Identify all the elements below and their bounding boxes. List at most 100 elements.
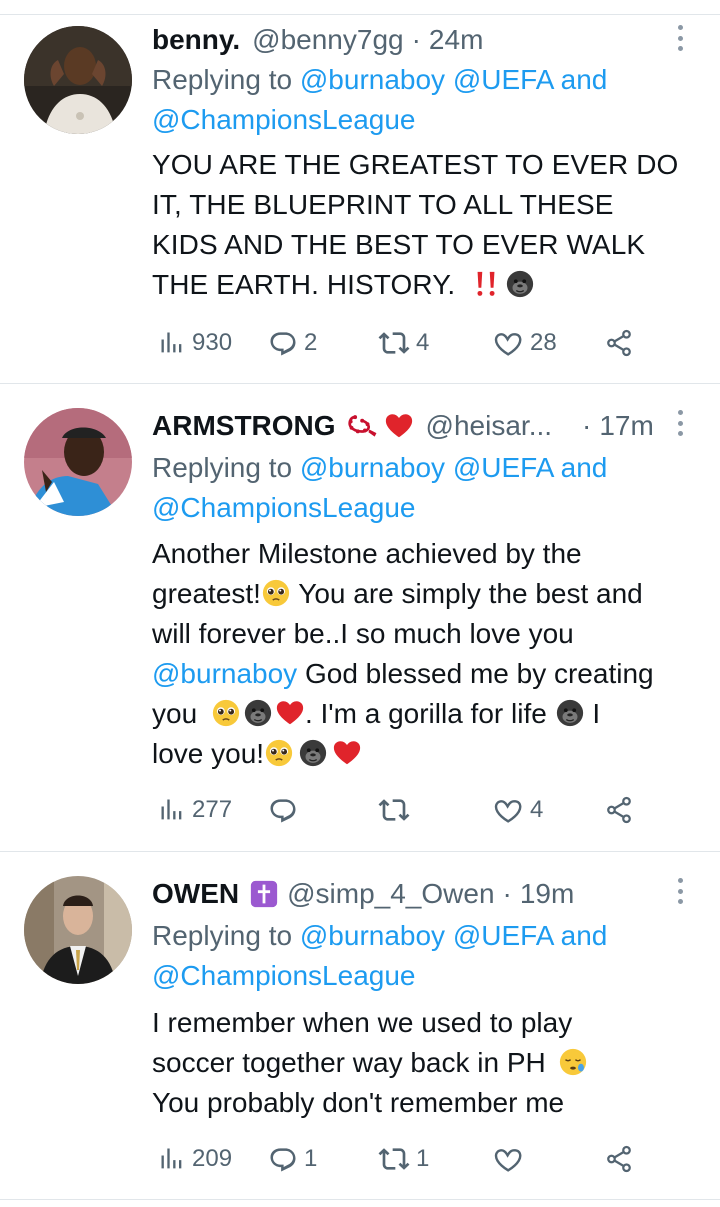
- gorilla-icon: [298, 738, 328, 768]
- retweet-icon: [378, 1143, 410, 1175]
- share-button[interactable]: [604, 323, 634, 363]
- avatar[interactable]: [24, 408, 132, 516]
- share-button[interactable]: [604, 790, 634, 830]
- mention-link[interactable]: @burnaboy: [300, 452, 445, 483]
- tweet-text-line: THE EARTH. HISTORY.: [152, 269, 464, 300]
- like-button[interactable]: 28: [492, 323, 557, 363]
- user-handle[interactable]: @simp_4_Owen: [287, 878, 494, 910]
- like-count: 28: [530, 329, 557, 356]
- reply-button[interactable]: 1: [268, 1139, 317, 1179]
- separator-dot: ·: [582, 410, 592, 441]
- retweet-icon: [378, 327, 410, 359]
- retweet-count: 1: [416, 1145, 430, 1172]
- retweet-count: 4: [416, 329, 430, 356]
- replying-to-label: Replying to: [152, 452, 300, 483]
- separator-dot: ·: [411, 24, 421, 55]
- display-name[interactable]: OWEN: [152, 878, 239, 910]
- more-options-icon[interactable]: [674, 878, 686, 904]
- reply-count: 2: [304, 329, 318, 356]
- mention-link[interactable]: @UEFA: [453, 64, 553, 95]
- user-handle[interactable]: @benny7gg: [252, 24, 403, 56]
- tweet-actions: 277 4: [152, 790, 712, 830]
- display-name[interactable]: benny.: [152, 24, 240, 56]
- mention-link[interactable]: @burnaboy: [300, 920, 445, 951]
- mention-and[interactable]: and: [553, 452, 608, 483]
- mention-link[interactable]: @burnaboy: [300, 64, 445, 95]
- like-button[interactable]: 4: [492, 790, 543, 830]
- avatar[interactable]: [24, 26, 132, 134]
- tweet-text: YOU ARE THE GREATEST TO EVER DO IT, THE …: [152, 145, 708, 305]
- timestamp[interactable]: 24m: [429, 24, 483, 56]
- tweet-text: Another Milestone achieved by the greate…: [152, 534, 708, 774]
- tweet-text-line: IT, THE BLUEPRINT TO ALL THESE: [152, 189, 614, 220]
- more-options-icon[interactable]: [674, 25, 686, 51]
- timestamp[interactable]: 17m: [599, 410, 653, 442]
- red-heart-icon: [275, 698, 305, 728]
- gorilla-icon: [243, 698, 273, 728]
- tweet-text-segment: love you!: [152, 738, 265, 769]
- share-icon: [604, 1144, 634, 1174]
- timestamp[interactable]: 19m: [520, 878, 574, 910]
- separator-dot: ·: [502, 878, 512, 909]
- mention-link[interactable]: @ChampionsLeague: [152, 104, 415, 135]
- like-button[interactable]: [492, 1139, 530, 1179]
- replying-to: Replying to @burnaboy @UEFA and @Champio…: [152, 916, 712, 996]
- mention-link[interactable]: @UEFA: [453, 920, 553, 951]
- tweet-text-segment: greatest!: [152, 578, 261, 609]
- top-divider: [0, 14, 720, 15]
- red-heart-icon: [384, 411, 414, 441]
- retweet-button[interactable]: [378, 790, 416, 830]
- views-button[interactable]: 209: [158, 1139, 232, 1179]
- mention-link[interactable]: @ChampionsLeague: [152, 492, 415, 523]
- tweet-text-line: soccer together way back in PH: [152, 1047, 554, 1078]
- like-count: 4: [530, 796, 544, 823]
- tweet-text-line: KIDS AND THE BEST TO EVER WALK: [152, 229, 646, 260]
- more-options-icon[interactable]: [674, 410, 686, 436]
- tweet-text-segment: . I'm a gorilla for life: [304, 698, 555, 729]
- tweet-divider: [0, 1199, 720, 1200]
- heart-icon: [492, 327, 524, 359]
- share-icon: [604, 328, 634, 358]
- avatar[interactable]: [24, 876, 132, 984]
- retweet-button[interactable]: 1: [378, 1139, 429, 1179]
- latin-cross-icon: [249, 879, 279, 909]
- tweet-text-segment: you: [152, 698, 205, 729]
- views-button[interactable]: 277: [158, 790, 232, 830]
- replying-to-label: Replying to: [152, 64, 300, 95]
- tweet-text-line: You probably don't remember me: [152, 1087, 565, 1118]
- mention-link[interactable]: @UEFA: [453, 452, 553, 483]
- display-name[interactable]: ARMSTRONG: [152, 410, 336, 442]
- reply-count: 1: [304, 1145, 318, 1172]
- tweet-text: I remember when we used to play soccer t…: [152, 1003, 708, 1123]
- user-handle[interactable]: @heisar...: [426, 410, 552, 442]
- tweet-text-line: I remember when we used to play: [152, 1007, 573, 1038]
- retweet-button[interactable]: 4: [378, 323, 429, 363]
- reply-button[interactable]: [268, 790, 304, 830]
- share-button[interactable]: [604, 1139, 634, 1179]
- tweet-divider: [0, 851, 720, 852]
- views-button[interactable]: 930: [158, 323, 232, 363]
- views-icon: [158, 329, 186, 357]
- heart-icon: [492, 794, 524, 826]
- share-icon: [604, 795, 634, 825]
- replying-to: Replying to @burnaboy @UEFA and @Champio…: [152, 448, 712, 528]
- replying-to-label: Replying to: [152, 920, 300, 951]
- mention-link[interactable]: @burnaboy: [152, 658, 297, 689]
- reply-icon: [268, 795, 298, 825]
- tweet-text-line: YOU ARE THE GREATEST TO EVER DO: [152, 149, 679, 180]
- pleading-face-icon: [261, 578, 291, 608]
- mention-and[interactable]: and: [553, 920, 608, 951]
- tweet-divider: [0, 383, 720, 384]
- reply-icon: [268, 1144, 298, 1174]
- mention-and[interactable]: and: [553, 64, 608, 95]
- tweet-text-line: will forever be..I so much love you: [152, 618, 574, 649]
- views-count: 209: [192, 1145, 233, 1172]
- tweet-actions: 930 2 4 28: [152, 323, 712, 363]
- reply-button[interactable]: 2: [268, 323, 317, 363]
- tweet-text-segment: God blessed me by creating: [297, 658, 654, 689]
- tweet-text-segment: I: [584, 698, 601, 729]
- views-count: 930: [192, 329, 233, 356]
- heart-icon: [492, 1143, 524, 1175]
- tweet-text-line: Another Milestone achieved by the: [152, 538, 582, 569]
- mention-link[interactable]: @ChampionsLeague: [152, 960, 415, 991]
